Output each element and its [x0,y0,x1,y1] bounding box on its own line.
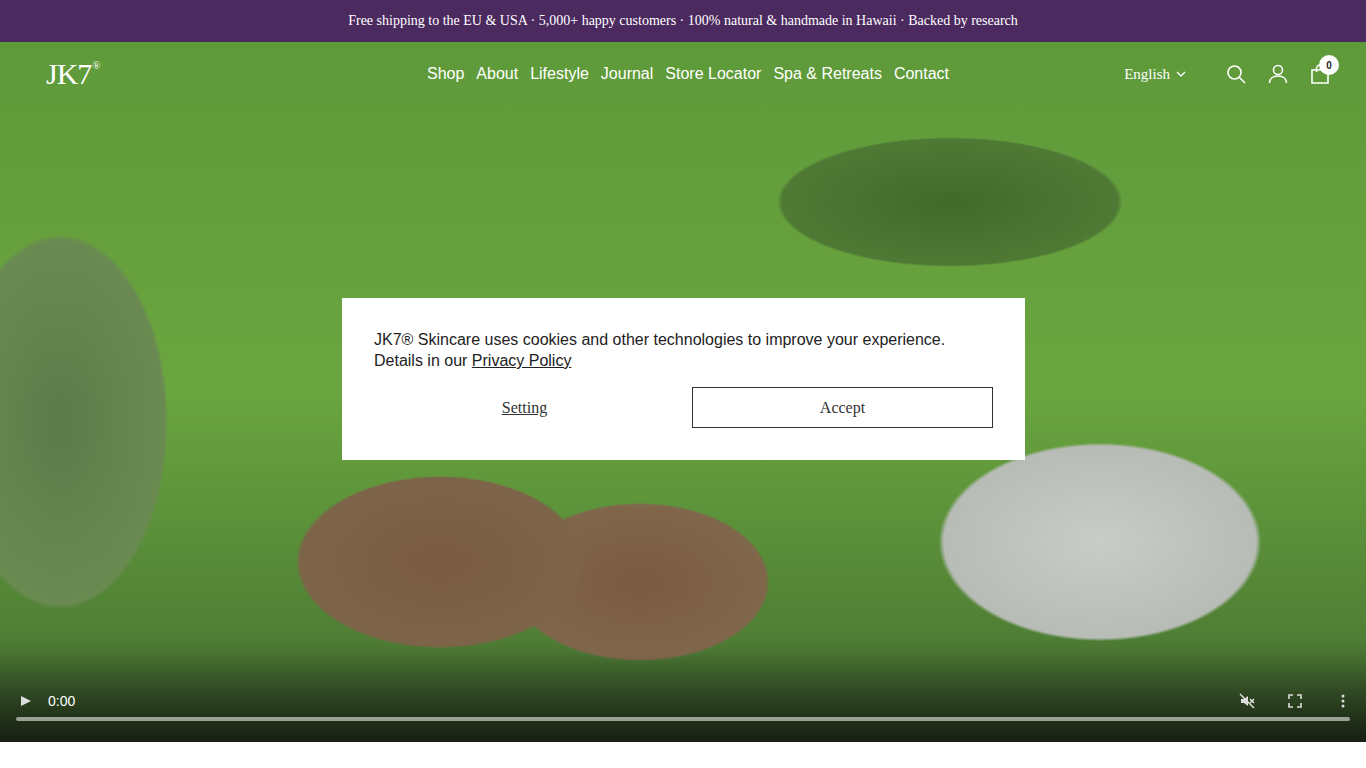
details-text: Details in our [374,352,472,369]
nav-link[interactable]: Store Locator [665,65,761,83]
mute-icon[interactable] [1238,692,1256,710]
language-selector[interactable]: English [1124,66,1186,83]
search-icon[interactable] [1226,64,1246,84]
play-icon[interactable] [16,692,34,710]
cart-count-badge: 0 [1319,55,1339,75]
controls-row: 0:00 [16,692,1352,710]
header-actions: English 0 [949,64,1330,84]
announcement-text: Free shipping to the EU & USA · 5,000+ h… [348,13,1018,29]
nav-link[interactable]: Journal [601,65,653,83]
more-icon[interactable] [1334,692,1352,710]
chevron-down-icon[interactable] [1176,71,1186,77]
hero-video[interactable]: JK7®ShopAboutLifestyleJournalStore Locat… [0,42,1366,742]
cookie-message: JK7® Skincare uses cookies and other tec… [374,329,993,371]
nav-link[interactable]: Contact [894,65,949,83]
cart-button[interactable]: 0 [1310,64,1330,84]
nav-link[interactable]: About [476,65,518,83]
logo[interactable]: JK7® [46,57,427,91]
language-label[interactable]: English [1124,66,1170,83]
privacy-policy-link[interactable]: Privacy Policy [472,352,572,369]
logo-mark: ® [92,59,99,71]
nav-link[interactable]: Lifestyle [530,65,589,83]
nav-link[interactable]: Spa & Retreats [773,65,882,83]
account-icon[interactable] [1268,64,1288,84]
fullscreen-icon[interactable] [1286,692,1304,710]
cookie-buttons: Setting Accept [374,387,993,428]
cookie-dialog: JK7® Skincare uses cookies and other tec… [342,298,1025,460]
cookie-text: JK7® Skincare uses cookies and other tec… [374,331,945,348]
setting-button[interactable]: Setting [374,387,675,428]
video-controls: 0:00 [0,652,1366,742]
site-header: JK7®ShopAboutLifestyleJournalStore Locat… [0,42,1366,106]
progress-track[interactable] [16,717,1350,721]
main-nav: Shop About Lifestyle Journal Store Locator Sp… [427,65,949,83]
video-time: 0:00 [48,693,75,709]
accept-button[interactable]: Accept [692,387,993,428]
nav-link[interactable]: Shop [427,65,464,83]
logo-text[interactable]: JK7 [46,57,91,91]
announcement-bar: Free shipping to the EU & USA · 5,000+ h… [0,0,1366,42]
